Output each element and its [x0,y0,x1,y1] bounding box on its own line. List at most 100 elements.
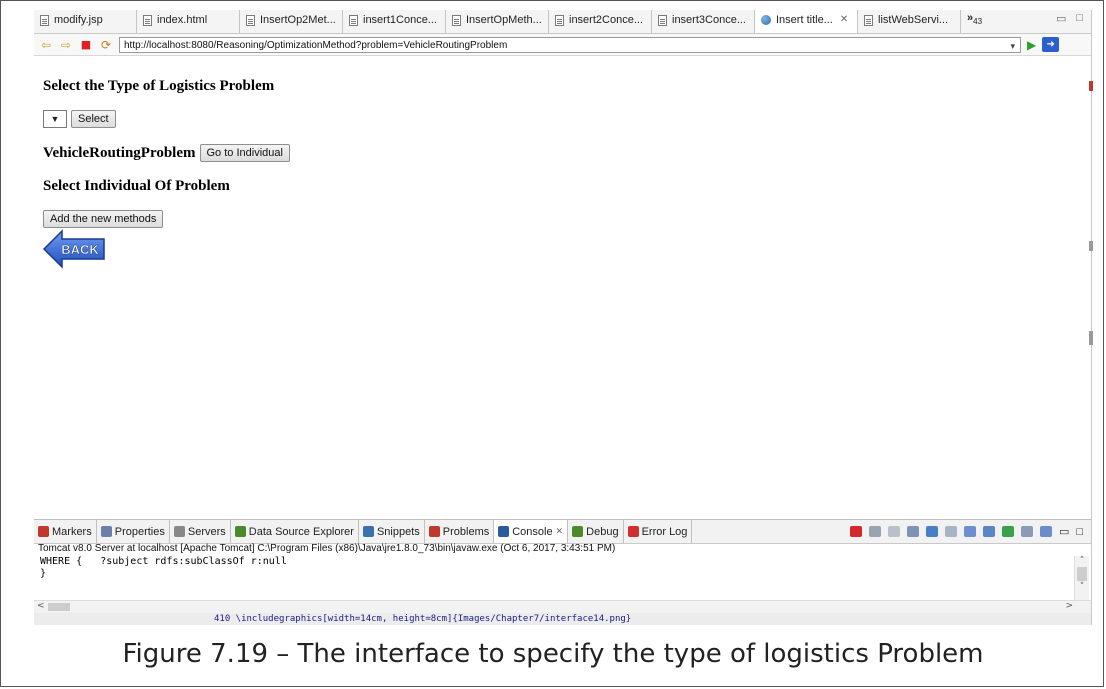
globe-icon [761,15,771,25]
scroll-thumb[interactable] [1077,567,1087,581]
pin-console-icon[interactable] [1001,526,1014,537]
go-to-individual-button[interactable]: Go to Individual [199,144,290,162]
clear-console-icon[interactable] [906,526,919,537]
problem-type-select[interactable]: ▼ [43,110,67,128]
show-on-error-icon[interactable] [982,526,995,537]
minimize-icon[interactable]: ▭ [1056,12,1066,33]
select-button[interactable]: Select [71,110,116,128]
url-text: http://localhost:8080/Reasoning/Optimiza… [124,39,508,51]
figure-caption: Figure 7.19 – The interface to specify t… [122,639,984,669]
editor-tab[interactable]: modify.jsp [34,10,137,33]
file-icon [864,15,873,26]
panel-tab-label: Data Source Explorer [248,525,354,538]
console-icon [498,526,510,537]
stop-icon[interactable]: ■ [79,38,93,51]
debug-icon [572,526,584,537]
data-source-explorer-icon [234,526,246,537]
panel-tab-label: Error Log [641,525,688,538]
chevron-down-icon: ▼ [50,114,60,124]
refresh-icon[interactable]: ⟳ [99,39,113,51]
open-external-icon[interactable]: ➜ [1042,37,1060,52]
scroll-lock-icon[interactable] [925,526,938,537]
url-input[interactable]: http://localhost:8080/Reasoning/Optimiza… [119,36,1021,54]
scroll-left-icon[interactable]: < [37,601,45,611]
editor-tab[interactable]: insert3Conce... [652,10,755,33]
panel-tab-error-log[interactable]: Error Log [624,520,693,543]
back-arrow-icon: BACK [42,229,105,269]
editor-tab-label: insert1Conce... [363,14,437,26]
editor-tab-label: InsertOpMeth... [466,14,542,26]
editor-line: 410 \includegraphics[width=14cm, height=… [214,614,632,624]
word-wrap-icon[interactable] [944,526,957,537]
remove-launch-icon[interactable] [868,526,881,537]
add-methods-button[interactable]: Add the new methods [43,210,164,228]
editor-tab-label: insert3Conce... [672,14,746,26]
window-controls: ▭ □ [1056,10,1091,33]
snippets-icon [362,526,374,537]
file-icon [555,15,564,26]
show-on-output-icon[interactable] [963,526,976,537]
go-icon[interactable]: ▶ [1027,38,1036,52]
file-icon [40,15,49,26]
servers-icon [173,526,185,537]
maximize-icon[interactable]: □ [1076,526,1083,538]
problem-row: VehicleRoutingProblem Go to Individual [43,144,290,162]
panel-tab-servers[interactable]: Servers [170,520,231,543]
panel-tab-problems[interactable]: Problems [425,520,495,543]
editor-tab-bar: modify.jsp index.html InsertOp2Met... inser… [34,10,1091,34]
editor-tab[interactable]: index.html [137,10,240,33]
editor-tab[interactable]: insert2Conce... [549,10,652,33]
editor-tab[interactable]: InsertOp2Met... [240,10,343,33]
background-editor-strip: 410 \includegraphics[width=14cm, height=… [34,613,1091,625]
terminate-icon[interactable] [849,526,862,537]
back-button[interactable]: BACK [42,229,106,274]
panel-tab-markers[interactable]: Markers [34,520,97,543]
editor-tab[interactable]: Insert title... ✕ [755,10,858,33]
panel-tab-label: Servers [187,525,226,538]
web-page: Select the Type of Logistics Problem ▼ S… [34,57,1084,519]
editor-tab-label: Insert title... [776,14,833,26]
console-line: WHERE { ?subject rdfs:subClassOf r:null [40,556,287,567]
scroll-down-icon[interactable]: ˅ [1075,582,1089,592]
display-console-icon[interactable] [1020,526,1033,537]
panel-toolbar: ▭ □ [849,525,1091,538]
new-console-icon[interactable] [1039,526,1052,537]
back-label: BACK [61,242,99,257]
background-window-fragment [1089,331,1093,345]
console-horizontal-scrollbar[interactable]: < > [34,600,1091,613]
panel-tab-data-source-explorer[interactable]: Data Source Explorer [231,520,359,543]
remove-all-icon[interactable] [887,526,900,537]
scroll-thumb[interactable] [48,603,70,611]
panel-tab-properties[interactable]: Properties [97,520,170,543]
panel-tab-label: Markers [52,525,92,538]
editor-tab[interactable]: InsertOpMeth... [446,10,549,33]
panel-tab-debug[interactable]: Debug [568,520,624,543]
minimize-icon[interactable]: ▭ [1059,525,1069,538]
panel-tab-label: Snippets [376,525,420,538]
panel-tab-console[interactable]: Console ✕ [494,520,569,543]
editor-tab[interactable]: insert1Conce... [343,10,446,33]
heading-select-individual: Select Individual Of Problem [43,178,230,194]
close-icon[interactable]: ✕ [556,526,564,537]
editor-tab[interactable]: listWebServi... [858,10,961,33]
close-icon[interactable]: ✕ [840,14,848,25]
panel-tab-label: Problems [442,525,490,538]
tab-overflow-button[interactable]: »43 [961,10,1007,33]
background-window-fragment [1089,241,1093,251]
forward-icon[interactable]: ⇨ [59,39,73,51]
problems-icon [428,526,440,537]
editor-tab-label: modify.jsp [54,14,103,26]
editor-tab-label: index.html [157,14,208,26]
browser-toolbar: ⇦ ⇨ ■ ⟳ http://localhost:8080/Reasoning/… [34,34,1091,56]
chevron-down-icon[interactable]: ▾ [1010,38,1015,54]
heading-problem-type: Select the Type of Logistics Problem [43,78,275,94]
editor-tab-label: listWebServi... [878,14,949,26]
back-icon[interactable]: ⇦ [39,39,53,51]
scroll-up-icon[interactable]: ˄ [1075,556,1089,566]
console-vertical-scrollbar[interactable]: ˄ ˅ [1074,556,1089,602]
problem-name: VehicleRoutingProblem [43,144,196,161]
panel-tab-snippets[interactable]: Snippets [359,520,425,543]
scroll-right-icon[interactable]: > [1065,601,1073,611]
panel-tab-label: Console [512,525,553,538]
maximize-icon[interactable]: □ [1076,12,1083,33]
